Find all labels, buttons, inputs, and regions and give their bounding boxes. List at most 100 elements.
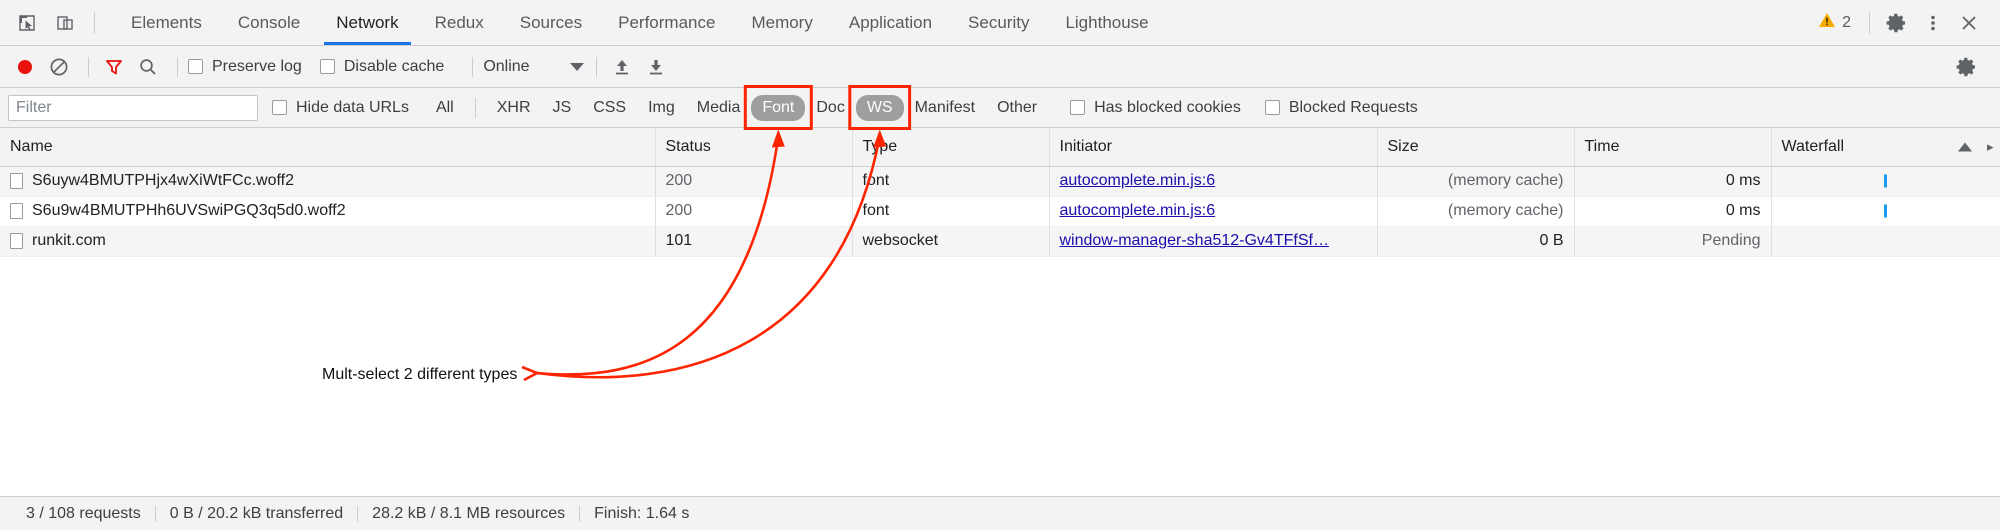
cell-initiator[interactable]: autocomplete.min.js:6	[1049, 166, 1378, 197]
chevron-down-icon	[569, 62, 584, 71]
img-filter-button[interactable]: Img	[637, 95, 686, 121]
table-row[interactable]: runkit.com 101 websocket window-manager-…	[0, 226, 2000, 257]
cell-initiator[interactable]: window-manager-sha512-Gv4TFfSf…	[1049, 226, 1378, 257]
toolbar-divider	[88, 56, 89, 77]
tab-memory[interactable]: Memory	[733, 0, 830, 45]
resource-type-filters: All XHR JS CSS Img Media Font Doc WS Man…	[425, 94, 1048, 121]
network-settings-gear-icon[interactable]	[1952, 52, 1982, 82]
clear-icon[interactable]	[44, 52, 74, 82]
tab-label: Elements	[131, 12, 202, 32]
tab-label: Sources	[519, 12, 583, 32]
filter-label: All	[435, 98, 454, 116]
export-har-icon[interactable]	[641, 52, 671, 82]
column-header-time[interactable]: Time	[1574, 128, 1772, 167]
column-header-name[interactable]: Name	[0, 128, 656, 167]
throttling-dropdown[interactable]: Online	[483, 58, 584, 76]
filter-label: Img	[648, 98, 675, 116]
has-blocked-cookies-checkbox[interactable]: Has blocked cookies	[1070, 99, 1241, 117]
column-header-waterfall[interactable]: Waterfall ▸	[1771, 128, 2000, 167]
record-button-icon[interactable]	[10, 52, 40, 82]
xhr-filter-button[interactable]: XHR	[486, 95, 542, 121]
tab-label: Memory	[751, 12, 813, 32]
close-icon[interactable]	[1952, 6, 1986, 40]
device-toolbar-icon[interactable]	[48, 6, 82, 40]
cell-size: (memory cache)	[1377, 166, 1575, 197]
table-row[interactable]: S6u9w4BMUTPHh6UVSwiPGQ3q5d0.woff2 200 fo…	[0, 196, 2000, 227]
cell-type: websocket	[852, 226, 1050, 257]
filter-label: Doc	[816, 98, 845, 116]
toolbar-divider-4	[595, 56, 597, 77]
filter-label: Font	[762, 98, 795, 116]
tab-elements[interactable]: Elements	[113, 0, 220, 45]
warning-triangle-icon	[1818, 11, 1836, 34]
cell-name[interactable]: S6uyw4BMUTPHjx4wXiWtFCc.woff2	[0, 166, 656, 197]
initiator-link[interactable]: window-manager-sha512-Gv4TFfSf…	[1060, 232, 1329, 249]
has-blocked-cookies-label: Has blocked cookies	[1094, 98, 1241, 116]
requests-table-container[interactable]: Name Status Type Initiator Size Time Wat…	[0, 128, 2000, 496]
blocked-requests-checkbox[interactable]: Blocked Requests	[1264, 99, 1418, 117]
doc-filter-button[interactable]: Doc	[805, 95, 855, 121]
kebab-menu-icon[interactable]	[1916, 6, 1950, 40]
status-requests: 3 / 108 requests	[26, 504, 141, 522]
tab-lighthouse[interactable]: Lighthouse	[1047, 0, 1166, 45]
waterfall-bar	[1883, 204, 1887, 218]
filter-label: Manifest	[914, 98, 976, 116]
cell-initiator[interactable]: autocomplete.min.js:6	[1049, 196, 1378, 227]
tab-label: Redux	[434, 12, 484, 32]
ws-filter-button[interactable]: WS	[855, 94, 904, 121]
tab-label: Console	[237, 12, 301, 32]
filter-input[interactable]	[8, 94, 258, 121]
js-filter-button[interactable]: JS	[542, 95, 583, 121]
cell-type: font	[852, 196, 1050, 227]
import-har-icon[interactable]	[607, 52, 637, 82]
cell-status: 200	[655, 166, 853, 197]
other-filter-button[interactable]: Other	[986, 95, 1048, 121]
table-row[interactable]: S6uyw4BMUTPHjx4wXiWtFCc.woff2 200 font a…	[0, 166, 2000, 197]
gear-icon[interactable]	[1880, 6, 1914, 40]
disable-cache-checkbox[interactable]: Disable cache	[319, 58, 444, 76]
checkbox-box	[319, 59, 335, 74]
cell-waterfall	[1771, 196, 2000, 227]
tab-application[interactable]: Application	[831, 0, 950, 45]
media-filter-button[interactable]: Media	[686, 95, 752, 121]
hide-data-urls-checkbox[interactable]: Hide data URLs	[272, 99, 409, 117]
initiator-link[interactable]: autocomplete.min.js:6	[1060, 172, 1216, 189]
font-file-icon	[10, 203, 23, 219]
tab-security[interactable]: Security	[950, 0, 1047, 45]
inspect-element-icon[interactable]	[10, 6, 44, 40]
cell-time: 0 ms	[1574, 166, 1772, 197]
css-filter-button[interactable]: CSS	[582, 95, 637, 121]
table-empty-filler	[0, 256, 2000, 257]
column-header-status[interactable]: Status	[655, 128, 853, 167]
request-name: runkit.com	[32, 232, 106, 249]
tab-console[interactable]: Console	[220, 0, 318, 45]
column-header-initiator[interactable]: Initiator	[1049, 128, 1378, 167]
warning-count: 2	[1842, 13, 1851, 31]
cell-size: (memory cache)	[1377, 196, 1575, 227]
chevron-right-icon[interactable]: ▸	[1987, 139, 1994, 155]
font-filter-button[interactable]: Font	[751, 94, 806, 121]
preserve-log-checkbox[interactable]: Preserve log	[188, 58, 302, 76]
tab-sources[interactable]: Sources	[502, 0, 600, 45]
cell-name[interactable]: runkit.com	[0, 226, 656, 257]
cell-name[interactable]: S6u9w4BMUTPHh6UVSwiPGQ3q5d0.woff2	[0, 196, 656, 227]
tab-performance[interactable]: Performance	[600, 0, 733, 45]
tab-network[interactable]: Network	[318, 0, 416, 45]
filter-label: Other	[997, 98, 1038, 116]
status-resources: 28.2 kB / 8.1 MB resources	[372, 504, 566, 522]
manifest-filter-button[interactable]: Manifest	[904, 95, 986, 121]
tab-label: Application	[848, 12, 933, 32]
requests-table-body: S6uyw4BMUTPHjx4wXiWtFCc.woff2 200 font a…	[0, 166, 2000, 257]
cell-type: font	[852, 166, 1050, 197]
column-header-type[interactable]: Type	[852, 128, 1050, 167]
request-name: S6u9w4BMUTPHh6UVSwiPGQ3q5d0.woff2	[32, 202, 346, 219]
all-filter-button[interactable]: All	[425, 95, 465, 121]
network-controls-toolbar: Preserve log Disable cache Online	[0, 46, 2000, 88]
warning-badge[interactable]: 2	[1810, 11, 1859, 34]
search-icon[interactable]	[133, 52, 163, 82]
initiator-link[interactable]: autocomplete.min.js:6	[1060, 202, 1216, 219]
tab-redux[interactable]: Redux	[417, 0, 502, 45]
toolbar-divider-3	[472, 56, 474, 77]
column-header-size[interactable]: Size	[1377, 128, 1575, 167]
filter-funnel-icon[interactable]	[99, 52, 129, 82]
